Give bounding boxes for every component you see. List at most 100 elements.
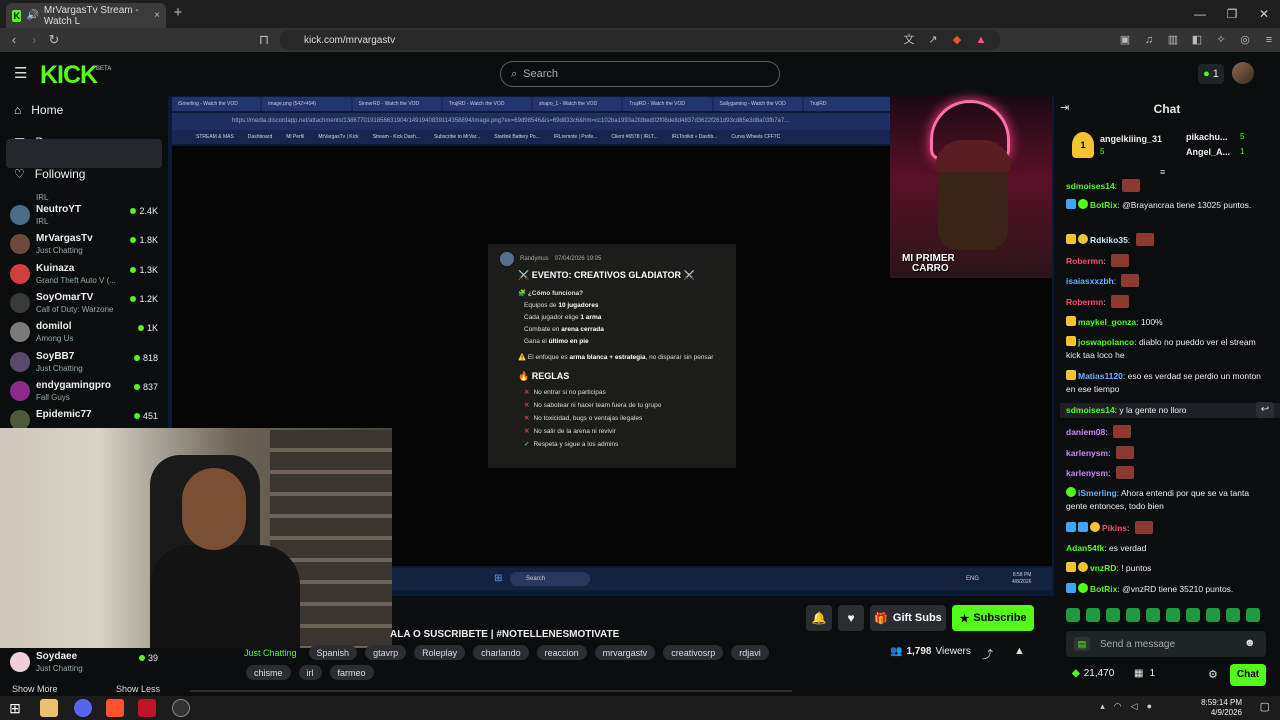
wifi-icon[interactable]: ◠ (1114, 701, 1122, 712)
chat-username[interactable]: maykel_gonza (1078, 317, 1136, 327)
filter-icon[interactable]: ≡ (1160, 167, 1165, 177)
nav-home[interactable]: ⌂ Home (14, 98, 164, 122)
third-name[interactable]: Angel_A... (1186, 147, 1230, 157)
chat-message[interactable]: sdmoises14: y la gente no lloro (1066, 404, 1262, 417)
emoji-picker-icon[interactable]: ☻ (1244, 637, 1256, 649)
kick-logo[interactable]: KICK (40, 61, 98, 90)
chat-username[interactable]: daniem08 (1066, 427, 1105, 437)
brave-rewards-icon[interactable]: ▲ (974, 33, 988, 47)
stream-tag[interactable]: irl (298, 665, 322, 680)
quick-emote-icon[interactable] (1146, 608, 1160, 622)
chat-message[interactable]: maykel_gonza: 100% (1066, 316, 1262, 329)
stream-tag[interactable]: charlando (473, 645, 529, 660)
chat-username[interactable]: Robermn (1066, 297, 1103, 307)
report-icon[interactable]: ▲ (1014, 645, 1025, 657)
chat-extra-count[interactable]: ▦ 1 (1134, 668, 1155, 679)
new-tab-button[interactable]: + (170, 5, 186, 21)
chat-username[interactable]: Adan54fk (1066, 543, 1104, 553)
chat-message[interactable]: isaiasxxzbh: (1066, 274, 1262, 288)
discord-icon[interactable] (74, 699, 92, 717)
obs-icon[interactable] (138, 699, 156, 717)
file-explorer-icon[interactable] (40, 699, 58, 717)
brave-shield-icon[interactable]: ◆ (950, 33, 964, 47)
reload-button[interactable]: ↻ (46, 32, 62, 48)
mic-icon[interactable]: ● (1147, 701, 1152, 712)
music-icon[interactable]: ♫ (1142, 33, 1156, 47)
chat-message[interactable]: sdmoises14: (1066, 179, 1262, 193)
follow-button[interactable]: ♥ (838, 605, 864, 631)
quick-emote-icon[interactable] (1066, 608, 1080, 622)
stream-tag[interactable]: Spanish (308, 645, 358, 660)
reply-icon[interactable]: ↩ (1256, 402, 1274, 418)
chat-username[interactable]: Matias1120 (1078, 371, 1123, 381)
sidebar-channel[interactable]: Soydaee Just Chatting 39 (10, 648, 162, 677)
chat-username[interactable]: karlenysm (1066, 468, 1108, 478)
chat-message[interactable]: Rdkiko35: (1066, 233, 1262, 247)
sidebar-channel[interactable]: Kuinaza Grand Theft Auto V (... 1.3K (10, 260, 162, 289)
chat-message[interactable]: Matias1120: eso es verdad se perdio un m… (1066, 370, 1262, 396)
bookmark-icon[interactable]: ⊓ (256, 32, 272, 48)
chat-message[interactable]: Pikins: (1066, 521, 1262, 535)
subscribe-button[interactable]: ★ Subscribe (952, 605, 1034, 631)
windows-start-icon[interactable]: ⊞ (6, 699, 24, 717)
chat-username[interactable]: sdmoises14 (1066, 181, 1115, 191)
chat-message[interactable]: BotRix: @vnzRD tiene 35210 puntos. (1066, 583, 1262, 596)
quick-emote-icon[interactable] (1206, 608, 1220, 622)
chat-tools-icon[interactable]: ▤ (1074, 637, 1090, 651)
close-window-icon[interactable]: ✕ (1248, 0, 1280, 28)
chat-username[interactable]: BotRix (1090, 584, 1117, 594)
sidebar-channel[interactable]: endygamingpro Fall Guys 837 (10, 377, 162, 406)
chat-username[interactable]: Pikins (1102, 523, 1127, 533)
stream-tag[interactable]: creativosrp (663, 645, 724, 660)
notify-bell-button[interactable]: 🔔 (806, 605, 832, 631)
chat-message[interactable]: Adan54fk: es verdad (1066, 542, 1262, 555)
leader-name[interactable]: angelkiiing_31 (1100, 134, 1162, 144)
show-more-button[interactable]: Show More (12, 684, 58, 694)
menu-icon[interactable]: ≡ (1262, 33, 1276, 47)
chat-username[interactable]: isaiasxxzbh (1066, 276, 1114, 286)
stream-tag[interactable]: mrvargastv (594, 645, 656, 660)
share-icon[interactable]: ↗ (926, 33, 940, 47)
quick-emote-icon[interactable] (1126, 608, 1140, 622)
browser-tab[interactable]: K 🔊 MrVargasTv Stream - Watch L × (6, 3, 166, 28)
chat-message[interactable]: Robermn: (1066, 295, 1262, 309)
user-avatar[interactable] (1232, 62, 1254, 84)
close-tab-icon[interactable]: × (154, 10, 160, 21)
chat-message[interactable]: karlenysm: (1066, 446, 1262, 460)
chat-username[interactable]: sdmoises14 (1066, 405, 1115, 415)
stream-tag[interactable]: chisme (246, 665, 291, 680)
chat-message[interactable]: karlenysm: (1066, 466, 1262, 480)
sidebar-channel[interactable]: SoyOmarTV Call of Duty: Warzone 1.2K (10, 289, 162, 318)
stream-tag[interactable]: reaccion (536, 645, 587, 660)
chat-username[interactable]: vnzRD (1090, 563, 1116, 573)
sidebar-channel[interactable]: NeutroYT IRL 2.4K (10, 201, 162, 230)
system-clock[interactable]: 8:59:14 PM 4/9/2026 (1201, 698, 1242, 718)
search-input[interactable]: ⌕ Search (500, 61, 780, 87)
translate-icon[interactable]: 文 (902, 33, 916, 47)
show-less-button[interactable]: Show Less (116, 684, 160, 694)
category-link[interactable]: Just Chatting (240, 645, 301, 660)
quick-emote-icon[interactable] (1166, 608, 1180, 622)
gift-subs-button[interactable]: 🎁 Gift Subs (870, 605, 946, 631)
quick-emote-icon[interactable] (1186, 608, 1200, 622)
chat-username[interactable]: iSmerling (1078, 488, 1117, 498)
notification-center-icon[interactable]: ▢ (1260, 700, 1270, 713)
channel-points[interactable]: ◆ 21,470 (1072, 668, 1114, 679)
wallet-icon[interactable]: ◧ (1190, 33, 1204, 47)
chat-message[interactable]: iSmerling: Ahora entendi por que se va t… (1066, 487, 1262, 513)
restore-icon[interactable]: ❐ (1216, 0, 1248, 28)
tray-icon[interactable]: ▴ (1100, 701, 1105, 712)
stream-tag[interactable]: Roleplay (414, 645, 466, 660)
chat-message[interactable]: joswapolanco: diablo no pueddo ver el st… (1066, 336, 1262, 362)
chat-message[interactable]: Robermn: (1066, 254, 1262, 268)
forward-button[interactable]: › (26, 32, 42, 48)
quick-emote-icon[interactable] (1106, 608, 1120, 622)
quick-emote-icon[interactable] (1246, 608, 1260, 622)
url-field[interactable]: kick.com/mrvargastv (280, 30, 1000, 50)
app-icon[interactable] (172, 699, 190, 717)
chat-username[interactable]: Rdkiko35 (1090, 235, 1128, 245)
second-name[interactable]: pikachu... (1186, 132, 1228, 142)
chat-message[interactable]: BotRix: @Brayancraa tiene 13025 puntos. (1066, 199, 1262, 212)
stream-tag[interactable]: farmeo (329, 665, 374, 680)
stream-tag[interactable]: gtavrp (365, 645, 407, 660)
